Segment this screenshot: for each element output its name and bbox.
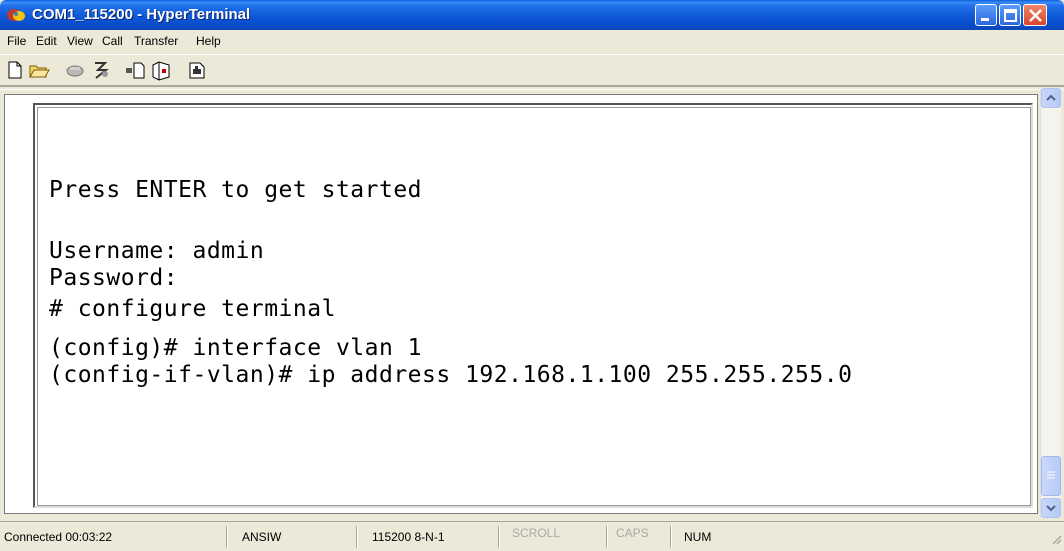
- menu-call[interactable]: Call: [102, 34, 123, 48]
- menu-view[interactable]: View: [67, 34, 93, 48]
- status-divider: [356, 526, 358, 548]
- menu-help[interactable]: Help: [196, 34, 221, 48]
- hyperterminal-window: COM1_115200 - HyperTerminal File Edit Vi…: [0, 0, 1064, 551]
- toolbar-divider: [0, 86, 1064, 90]
- terminal-line: (config-if-vlan)# ip address 192.168.1.1…: [49, 362, 853, 388]
- status-divider: [498, 526, 500, 548]
- terminal-line: Password:: [49, 265, 179, 291]
- menu-file[interactable]: File: [7, 34, 26, 48]
- terminal-line: # configure terminal: [49, 296, 336, 322]
- scroll-up-button[interactable]: [1041, 88, 1061, 108]
- port-settings-status: 115200 8-N-1: [372, 530, 445, 544]
- terminal-line: Username: admin: [49, 238, 265, 264]
- receive-file-icon[interactable]: [150, 59, 172, 81]
- connection-status: Connected 00:03:22: [4, 530, 113, 544]
- disconnect-icon[interactable]: [90, 59, 112, 81]
- new-document-icon[interactable]: [4, 59, 26, 81]
- caps-lock-indicator: CAPS: [616, 526, 649, 540]
- send-file-icon[interactable]: [124, 59, 146, 81]
- scroll-lock-indicator: SCROLL: [512, 526, 561, 540]
- status-divider: [226, 526, 228, 548]
- open-folder-icon[interactable]: [28, 59, 50, 81]
- call-icon[interactable]: [64, 59, 86, 81]
- title-bar[interactable]: COM1_115200 - HyperTerminal: [0, 0, 1064, 30]
- scroll-down-button[interactable]: [1041, 498, 1061, 518]
- menu-bar: File Edit View Call Transfer Help: [0, 31, 1064, 53]
- status-bar: Connected 00:03:22 ANSIW 115200 8-N-1 SC…: [0, 521, 1064, 551]
- vertical-scrollbar[interactable]: [1040, 88, 1061, 518]
- minimize-button[interactable]: [975, 4, 997, 26]
- menu-transfer[interactable]: Transfer: [134, 34, 178, 48]
- status-divider: [670, 526, 672, 548]
- terminal-line: Press ENTER to get started: [49, 177, 423, 203]
- close-button[interactable]: [1023, 4, 1047, 26]
- hyperterminal-app-icon[interactable]: [6, 6, 26, 24]
- resize-grip-icon[interactable]: [1050, 532, 1062, 550]
- properties-icon[interactable]: [186, 59, 208, 81]
- terminal-line: (config)# interface vlan 1: [49, 335, 423, 361]
- status-divider: [606, 526, 608, 548]
- menu-edit[interactable]: Edit: [36, 34, 57, 48]
- scrollbar-thumb[interactable]: [1041, 456, 1061, 496]
- maximize-button[interactable]: [999, 4, 1021, 26]
- emulation-status: ANSIW: [242, 530, 282, 544]
- window-title: COM1_115200 - HyperTerminal: [32, 6, 251, 23]
- num-lock-indicator: NUM: [684, 530, 712, 544]
- toolbar: [0, 54, 1064, 86]
- terminal-screen[interactable]: Press ENTER to get started Username: adm…: [33, 103, 1033, 508]
